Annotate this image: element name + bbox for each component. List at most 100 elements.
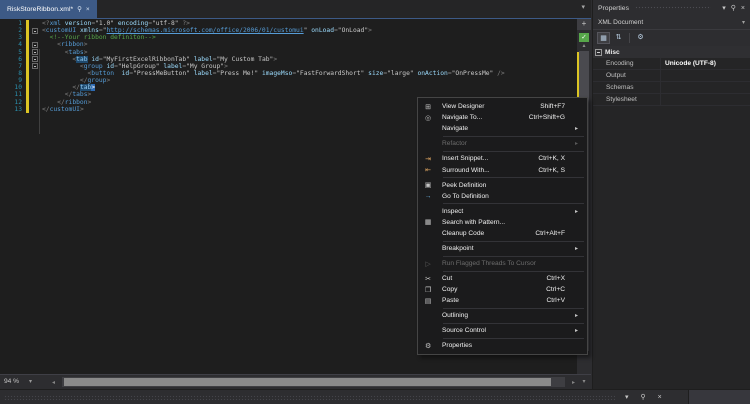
fold-collapse-icon[interactable] (32, 42, 38, 48)
code-token (42, 70, 88, 77)
code-token: group (84, 63, 103, 70)
code-token: size (368, 70, 383, 77)
property-name: Encoding (593, 58, 661, 69)
horizontal-scrollbar-thumb[interactable] (64, 378, 551, 386)
code-line[interactable]: 10 </tab> (0, 84, 577, 91)
scroll-left-icon[interactable]: ◂ (52, 379, 55, 386)
menu-item-view-designer[interactable]: ⊞View DesignerShift+F7 (418, 101, 587, 112)
auto-hide-pin-icon[interactable]: ⚲ (641, 393, 646, 401)
code-line[interactable]: 6 <tab id="MyFirstExcelRibbonTab" label=… (0, 56, 577, 63)
alphabetical-icon[interactable]: ⇅ (612, 32, 625, 44)
code-line[interactable]: 4 <ribbon> (0, 41, 577, 48)
close-icon[interactable]: × (658, 394, 662, 401)
code-token: > (368, 27, 372, 34)
code-line[interactable]: 9 </group> (0, 77, 577, 84)
code-token: xmlns (80, 27, 99, 34)
code-line[interactable]: 1<?xml version="1.0" encoding="utf-8" ?> (0, 20, 577, 27)
scroll-right-icon[interactable]: ▸ (572, 379, 575, 386)
surround-with-icon: ⇤ (418, 166, 438, 174)
menu-item-insert-snippet[interactable]: ⇥Insert Snippet...Ctrl+K, X (418, 153, 587, 164)
code-token (42, 91, 65, 98)
bottom-right-pane (688, 390, 750, 404)
code-line[interactable]: 8 <button id="PressMeButton" label="Pres… (0, 70, 577, 77)
menu-item-navigate-to[interactable]: ◎Navigate To...Ctrl+Shift+G (418, 112, 587, 123)
menu-item-navigate[interactable]: Navigate▸ (418, 123, 587, 134)
fold-guide-line (39, 49, 40, 134)
properties-title-bar[interactable]: Properties ▾ ⚲ × (593, 0, 750, 16)
property-value[interactable] (661, 82, 750, 93)
fold-collapse-icon[interactable] (32, 49, 38, 55)
copy-icon: ❐ (418, 286, 438, 294)
menu-item-label: Cleanup Code (438, 230, 535, 237)
property-row-schemas[interactable]: Schemas (593, 82, 750, 94)
fold-gutter[interactable] (29, 63, 42, 70)
line-number: 5 (0, 49, 26, 56)
code-token: onAction (417, 70, 447, 77)
menu-item-source-control[interactable]: Source Control▸ (418, 325, 587, 336)
menu-item-shortcut: Ctrl+Shift+G (529, 114, 575, 121)
zoom-chevron-down-icon[interactable]: ▾ (29, 378, 32, 385)
object-selector-combo[interactable]: XML Document ▾ (593, 16, 750, 30)
menu-item-copy[interactable]: ❐CopyCtrl+C (418, 284, 587, 295)
fold-gutter (29, 20, 42, 27)
fold-collapse-icon[interactable] (32, 56, 38, 62)
close-icon[interactable]: × (86, 6, 90, 13)
category-row-misc[interactable]: Misc (593, 46, 750, 58)
property-row-encoding[interactable]: EncodingUnicode (UTF-8) (593, 58, 750, 70)
property-value[interactable] (661, 94, 750, 105)
menu-item-properties[interactable]: ⚙Properties (418, 340, 587, 351)
property-name: Output (593, 70, 661, 81)
menu-item-search-with-pattern[interactable]: ▦Search with Pattern... (418, 217, 587, 228)
code-token (42, 56, 72, 63)
scroll-down-icon[interactable]: ▾ (577, 374, 591, 389)
document-tab[interactable]: RiskStoreRibbon.xml* ⚲ × (0, 0, 97, 18)
editor-zoom-control[interactable]: 94 % ▾ (4, 378, 32, 385)
split-window-handle[interactable]: + (577, 19, 591, 30)
properties-wrench-icon[interactable]: ⚙ (634, 32, 647, 44)
menu-item-cleanup-code[interactable]: Cleanup CodeCtrl+Alt+F (418, 228, 587, 239)
window-menu-chevron-down-icon[interactable]: ▾ (722, 4, 726, 12)
fold-gutter[interactable] (29, 56, 42, 63)
collapse-expander-icon[interactable] (595, 49, 602, 56)
menu-item-inspect[interactable]: Inspect▸ (418, 206, 587, 217)
menu-item-go-to-definition[interactable]: →Go To Definition (418, 191, 587, 202)
categorized-icon[interactable]: ▦ (597, 32, 610, 44)
fold-collapse-icon[interactable] (32, 63, 38, 69)
property-row-output[interactable]: Output (593, 70, 750, 82)
close-icon[interactable]: × (741, 5, 745, 12)
code-line[interactable]: 5 <tabs> (0, 49, 577, 56)
property-value[interactable]: Unicode (UTF-8) (661, 58, 750, 69)
menu-separator (443, 241, 584, 242)
pin-icon[interactable]: ⚲ (77, 5, 82, 13)
menu-item-breakpoint[interactable]: Breakpoint▸ (418, 243, 587, 254)
horizontal-scrollbar[interactable]: 94 % ▾ ◂ ▸ (0, 374, 577, 389)
document-list-chevron-down-icon[interactable]: ▾ (581, 3, 585, 11)
doc-health-check-icon[interactable]: ✓ (579, 33, 589, 42)
fold-gutter[interactable] (29, 49, 42, 56)
code-token: > (273, 56, 277, 63)
fold-gutter[interactable] (29, 41, 42, 48)
menu-item-outlining[interactable]: Outlining▸ (418, 310, 587, 321)
property-value[interactable] (661, 70, 750, 81)
code-line[interactable]: 2<customUI xmlns="http://schemas.microso… (0, 27, 577, 34)
menu-item-peek-definition[interactable]: ▣Peek Definition (418, 179, 587, 190)
code-token (42, 49, 65, 56)
auto-hide-pin-icon[interactable]: ⚲ (731, 4, 736, 12)
menu-item-cut[interactable]: ✂CutCtrl+X (418, 273, 587, 284)
menu-item-label: Paste (438, 297, 546, 304)
code-line[interactable]: 3 <!--Your ribbon definiton--> (0, 34, 577, 41)
menu-item-paste[interactable]: ▤PasteCtrl+V (418, 295, 587, 306)
window-menu-chevron-down-icon[interactable]: ▾ (625, 393, 629, 401)
fold-collapse-icon[interactable] (32, 28, 38, 34)
property-row-stylesheet[interactable]: Stylesheet (593, 94, 750, 106)
code-token: "MyFirstExcelRibbonTab" (103, 56, 190, 63)
horizontal-scrollbar-track[interactable] (62, 377, 565, 387)
code-line[interactable]: 7 <group id="HelpGroup" label="My Group"… (0, 63, 577, 70)
code-token: ?> (182, 20, 190, 27)
menu-separator (443, 323, 584, 324)
menu-item-surround-with[interactable]: ⇤Surround With...Ctrl+K, S (418, 165, 587, 176)
code-text: </group> (42, 77, 110, 84)
fold-gutter[interactable] (29, 27, 42, 34)
line-number: 6 (0, 56, 26, 63)
fold-gutter (29, 91, 42, 98)
